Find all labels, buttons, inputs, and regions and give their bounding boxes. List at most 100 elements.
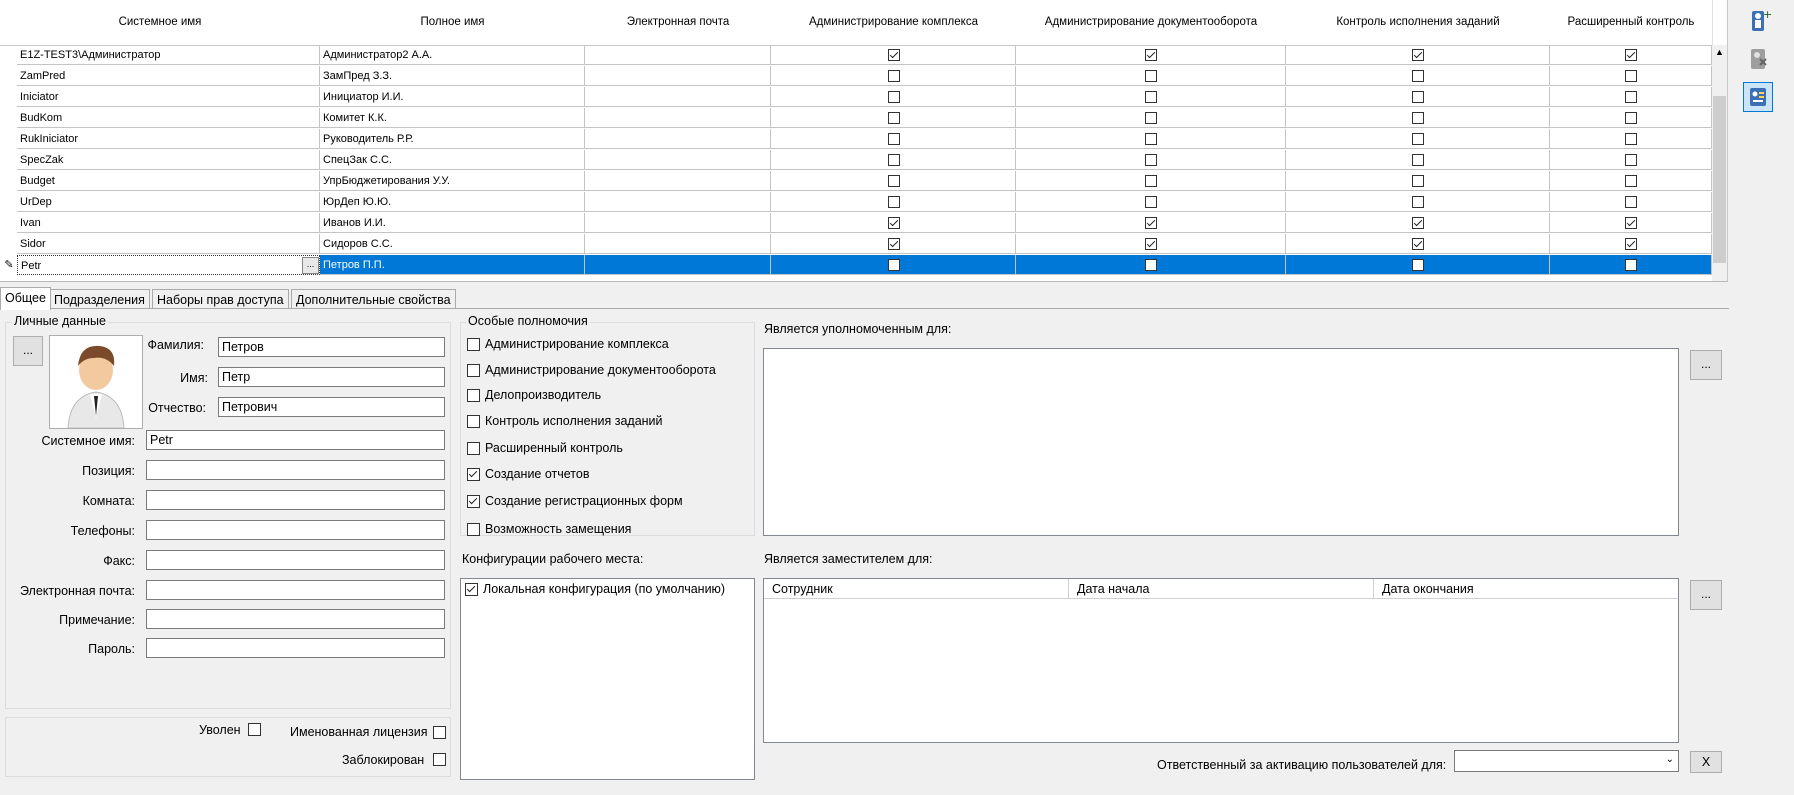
cell-checkbox[interactable] — [1550, 171, 1712, 191]
special-power-item[interactable]: Администрирование комплекса — [467, 337, 752, 353]
deputy-column-employee[interactable]: Сотрудник — [764, 579, 1069, 599]
first-name-field[interactable]: Петр — [218, 367, 445, 387]
row-checkbox[interactable] — [1412, 154, 1424, 166]
row-checkbox[interactable] — [888, 238, 900, 250]
cell-checkbox[interactable] — [771, 129, 1016, 149]
cell-checkbox[interactable] — [771, 108, 1016, 128]
column-header-admin-docflow[interactable]: Администрирование документооборота — [1016, 0, 1287, 46]
special-power-checkbox[interactable] — [467, 468, 480, 481]
cell-system-name[interactable]: Sidor — [17, 234, 320, 254]
special-power-checkbox[interactable] — [467, 364, 480, 377]
cell-checkbox[interactable] — [1550, 150, 1712, 170]
row-checkbox[interactable] — [888, 112, 900, 124]
row-checkbox[interactable] — [1145, 196, 1157, 208]
cell-system-name[interactable]: UrDep — [17, 192, 320, 212]
row-checkbox[interactable] — [888, 217, 900, 229]
users-grid[interactable]: Системное имя Полное имя Электронная поч… — [0, 0, 1728, 282]
row-checkbox[interactable] — [1412, 238, 1424, 250]
cell-full-name[interactable]: ЗамПред З.З. — [320, 66, 585, 86]
deputy-column-start-date[interactable]: Дата начала — [1069, 579, 1374, 599]
cell-full-name[interactable]: ЮрДеп Ю.Ю. — [320, 192, 585, 212]
row-checkbox[interactable] — [1412, 112, 1424, 124]
special-power-item[interactable]: Создание отчетов — [467, 467, 752, 483]
row-checkbox[interactable] — [1625, 154, 1637, 166]
cell-checkbox[interactable] — [1286, 66, 1550, 86]
email-field[interactable] — [146, 580, 445, 600]
row-checkbox[interactable] — [1412, 175, 1424, 187]
tab-departments[interactable]: Подразделения — [49, 289, 150, 310]
cell-checkbox[interactable] — [1286, 213, 1550, 233]
table-row[interactable]: ZamPred ЗамПред З.З. — [0, 66, 1712, 87]
cell-checkbox[interactable] — [1016, 45, 1286, 65]
row-checkbox[interactable] — [888, 175, 900, 187]
cell-email[interactable] — [585, 213, 771, 233]
cell-checkbox[interactable] — [771, 66, 1016, 86]
cell-checkbox[interactable] — [1016, 66, 1286, 86]
row-checkbox[interactable] — [1625, 238, 1637, 250]
cell-system-name[interactable]: SpecZak — [17, 150, 320, 170]
column-header-email[interactable]: Электронная почта — [585, 0, 772, 46]
row-checkbox[interactable] — [1145, 49, 1157, 61]
cell-system-name[interactable]: ZamPred — [17, 66, 320, 86]
cell-checkbox[interactable] — [1016, 108, 1286, 128]
phones-field[interactable] — [146, 520, 445, 540]
row-checkbox[interactable] — [1412, 259, 1424, 271]
cell-checkbox[interactable] — [1550, 192, 1712, 212]
cell-checkbox[interactable] — [1016, 213, 1286, 233]
table-row[interactable]: Ivan Иванов И.И. — [0, 213, 1712, 234]
table-row[interactable]: BudKom Комитет К.К. — [0, 108, 1712, 129]
row-checkbox[interactable] — [1625, 49, 1637, 61]
activation-clear-button[interactable]: X — [1690, 751, 1722, 773]
cell-email[interactable] — [585, 87, 771, 107]
cell-checkbox[interactable] — [1016, 255, 1286, 275]
cell-checkbox[interactable] — [1016, 192, 1286, 212]
cell-email[interactable] — [585, 150, 771, 170]
row-checkbox[interactable] — [1412, 70, 1424, 82]
cell-system-name[interactable]: BudKom — [17, 108, 320, 128]
row-checkbox[interactable] — [888, 259, 900, 271]
row-checkbox[interactable] — [1625, 91, 1637, 103]
special-power-item[interactable]: Расширенный контроль — [467, 441, 752, 457]
cell-checkbox[interactable] — [1550, 234, 1712, 254]
tab-general[interactable]: Общее — [0, 287, 51, 310]
cell-system-name[interactable]: RukIniciator — [17, 129, 320, 149]
photo-browse-button[interactable]: ... — [13, 336, 43, 366]
special-power-checkbox[interactable] — [467, 338, 480, 351]
cell-checkbox[interactable] — [771, 234, 1016, 254]
table-row[interactable]: Sidor Сидоров С.С. — [0, 234, 1712, 255]
row-checkbox[interactable] — [1145, 70, 1157, 82]
cell-checkbox[interactable] — [1286, 45, 1550, 65]
cell-full-name[interactable]: Руководитель Р.Р. — [320, 129, 585, 149]
cell-checkbox[interactable] — [771, 45, 1016, 65]
special-power-checkbox[interactable] — [467, 495, 480, 508]
row-checkbox[interactable] — [1145, 154, 1157, 166]
cell-checkbox[interactable] — [1016, 234, 1286, 254]
cell-full-name[interactable]: Инициатор И.И. — [320, 87, 585, 107]
row-checkbox[interactable] — [1625, 70, 1637, 82]
cell-email[interactable] — [585, 45, 771, 65]
cell-checkbox[interactable] — [1286, 234, 1550, 254]
table-row[interactable]: Budget УпрБюджетирования У.У. — [0, 171, 1712, 192]
row-checkbox[interactable] — [1145, 259, 1157, 271]
workplace-config-list[interactable]: Локальная конфигурация (по умолчанию) — [460, 578, 755, 780]
special-power-checkbox[interactable] — [467, 523, 480, 536]
cell-system-name[interactable]: Budget — [17, 171, 320, 191]
cell-email[interactable] — [585, 108, 771, 128]
cell-checkbox[interactable] — [771, 213, 1016, 233]
cell-email[interactable] — [585, 171, 771, 191]
authorized-for-browse-button[interactable]: ... — [1690, 350, 1722, 380]
table-row[interactable]: E1Z-TEST3\Администратор Администратор2 А.… — [0, 45, 1712, 66]
special-power-checkbox[interactable] — [467, 442, 480, 455]
note-field[interactable] — [146, 609, 445, 629]
cell-full-name[interactable]: Сидоров С.С. — [320, 234, 585, 254]
cell-full-name[interactable]: Петров П.П. — [320, 255, 585, 275]
table-row[interactable]: RukIniciator Руководитель Р.Р. — [0, 129, 1712, 150]
named-license-checkbox[interactable] — [433, 726, 446, 739]
row-checkbox[interactable] — [888, 133, 900, 145]
column-header-extended-control[interactable]: Расширенный контроль — [1550, 0, 1713, 46]
row-checkbox[interactable] — [1625, 217, 1637, 229]
row-checkbox[interactable] — [888, 70, 900, 82]
cell-checkbox[interactable] — [771, 255, 1016, 275]
remove-user-button[interactable] — [1743, 44, 1773, 74]
config-item-checkbox[interactable] — [465, 583, 478, 596]
